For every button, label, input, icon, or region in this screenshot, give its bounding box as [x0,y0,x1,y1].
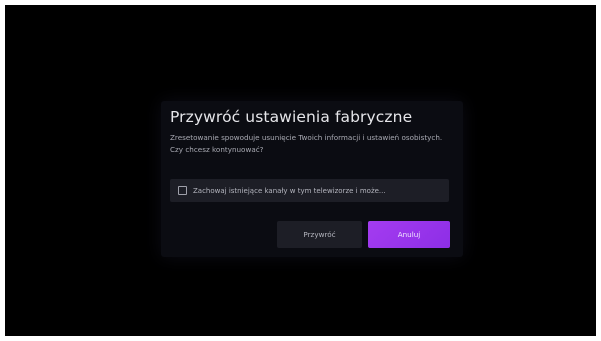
keep-channels-label: Zachowaj istniejące kanały w tym telewiz… [193,186,386,195]
dialog-message: Zresetowanie spowoduje usunięcie Twoich … [170,133,443,154]
dialog-title: Przywróć ustawienia fabryczne [170,108,413,126]
checkbox-icon[interactable] [178,186,187,195]
factory-reset-dialog: Przywróć ustawienia fabryczne Zresetowan… [161,101,463,257]
tv-screen: Przywróć ustawienia fabryczne Zresetowan… [5,5,596,336]
reset-button[interactable]: Przywróć [277,221,362,248]
cancel-button[interactable]: Anuluj [368,221,450,248]
keep-channels-checkbox-row[interactable]: Zachowaj istniejące kanały w tym telewiz… [170,179,449,202]
